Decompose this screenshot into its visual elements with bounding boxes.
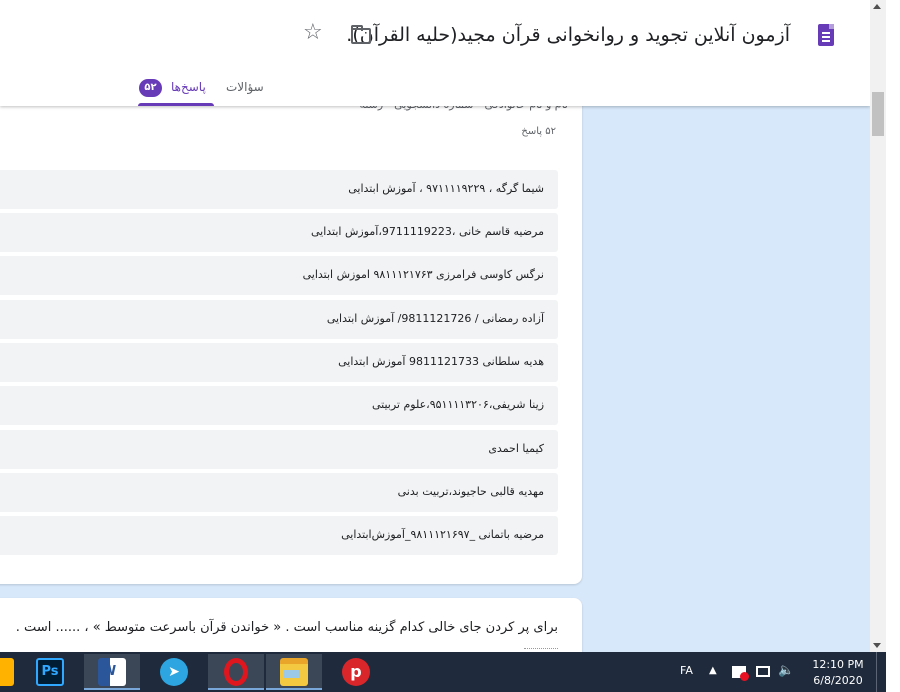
response-text: هدیه سلطانی 9811121733 آموزش ابتدایی (338, 355, 544, 368)
taskbar-app-file-explorer[interactable] (266, 654, 322, 690)
response-row: زینا شریفی،۹۵۱۱۱۱۳۲۰۶،علوم تربیتی (0, 386, 558, 425)
responses-count-badge: ۵۲ (139, 79, 162, 97)
psiphon-icon: p (342, 658, 370, 686)
star-icon[interactable]: ☆ (303, 22, 323, 44)
active-tab-indicator (138, 103, 214, 106)
file-explorer-icon (280, 658, 308, 686)
question-title: برای پر کردن جای خالی کدام گزینه مناسب ا… (15, 620, 558, 635)
scroll-up-arrow-icon[interactable] (873, 4, 881, 9)
show-hidden-icons-chevron-icon[interactable]: ▲ (709, 665, 717, 676)
response-text: زینا شریفی،۹۵۱۱۱۱۳۲۰۶،علوم تربیتی (371, 398, 544, 411)
taskbar-app-photoshop[interactable]: Ps (22, 654, 78, 690)
clock-date[interactable]: 6/8/2020 (812, 674, 864, 687)
response-row: آزاده رمضانی / 9811121726/ آموزش ابتدایی (0, 300, 558, 339)
response-row: مهدیه قالبی حاجیوند،تربیت بدنی (0, 473, 558, 512)
telegram-icon: ➤ (160, 658, 188, 686)
scrollbar-thumb[interactable] (872, 92, 884, 136)
folder-icon[interactable] (351, 25, 371, 44)
clock-time[interactable]: 12:10 PM (812, 658, 864, 671)
taskbar-app-psiphon[interactable]: p (328, 654, 384, 690)
form-title[interactable]: آزمون آنلاین تجوید و روانخوانی قرآن مجید… (346, 24, 790, 46)
taskbar-app-telegram[interactable]: ➤ (146, 654, 202, 690)
response-text: مهدیه قالبی حاجیوند،تربیت بدنی (397, 485, 544, 498)
window-edge (886, 0, 900, 692)
page-scrollbar[interactable] (870, 0, 886, 652)
response-row: کیمیا احمدی (0, 430, 558, 469)
form-header: آزمون آنلاین تجوید و روانخوانی قرآن مجید… (0, 0, 870, 106)
response-text: کیمیا احمدی (488, 442, 544, 455)
browser-content: آزمون آنلاین تجوید و روانخوانی قرآن مجید… (0, 0, 870, 652)
google-forms-icon[interactable] (818, 24, 834, 46)
response-count: ۵۲ پاسخ (521, 126, 556, 137)
question-summary-card: نام و نام خانوادگی - شماره دانشجویی - رش… (0, 80, 582, 584)
opera-icon (224, 658, 248, 686)
volume-icon[interactable]: 🔈 (778, 663, 794, 678)
photoshop-icon: Ps (36, 658, 64, 686)
input-language-indicator[interactable]: FA (680, 664, 693, 677)
word-icon: W (98, 658, 126, 686)
windows-taskbar: Ps W ➤ p FA ▲ 🔈 12:10 PM 6/8/2020 (0, 652, 886, 692)
response-text: مرضیه باتمانی _۹۸۱۱۱۲۱۶۹۷_آموزش‌ابتدایی (341, 528, 544, 541)
response-row: شیما گرگه ، ۹۷۱۱۱۱۹۲۲۹ ، آموزش ابتدایی (0, 170, 558, 209)
response-row: مرضیه باتمانی _۹۸۱۱۱۲۱۶۹۷_آموزش‌ابتدایی (0, 516, 558, 555)
response-text: شیما گرگه ، ۹۷۱۱۱۱۹۲۲۹ ، آموزش ابتدایی (348, 182, 544, 195)
partial-app-icon[interactable] (0, 658, 14, 686)
question-summary-card: برای پر کردن جای خالی کدام گزینه مناسب ا… (0, 598, 582, 652)
response-row: مرضیه قاسم خانی ،9711119223،آموزش ابتدای… (0, 213, 558, 252)
response-text: آزاده رمضانی / 9811121726/ آموزش ابتدایی (326, 312, 544, 325)
taskbar-app-word[interactable]: W (84, 654, 140, 690)
response-text: نرگس کاوسی فرامرزی ۹۸۱۱۱۲۱۷۶۳ اموزش ابتد… (302, 268, 544, 281)
network-icon[interactable] (756, 666, 770, 677)
scroll-down-arrow-icon[interactable] (873, 643, 881, 648)
show-desktop-button[interactable] (876, 652, 886, 692)
tab-questions[interactable]: سؤالات (226, 80, 264, 94)
response-row: نرگس کاوسی فرامرزی ۹۸۱۱۱۲۱۷۶۳ اموزش ابتد… (0, 256, 558, 295)
tab-responses[interactable]: پاسخ‌ها ۵۲ (138, 78, 214, 106)
taskbar-app-opera[interactable] (208, 654, 264, 690)
response-row: هدیه سلطانی 9811121733 آموزش ابتدایی (0, 343, 558, 382)
tab-responses-label: پاسخ‌ها (171, 80, 206, 94)
response-text: مرضیه قاسم خانی ،9711119223،آموزش ابتدای… (310, 225, 544, 238)
action-center-flag-icon[interactable] (732, 666, 749, 681)
